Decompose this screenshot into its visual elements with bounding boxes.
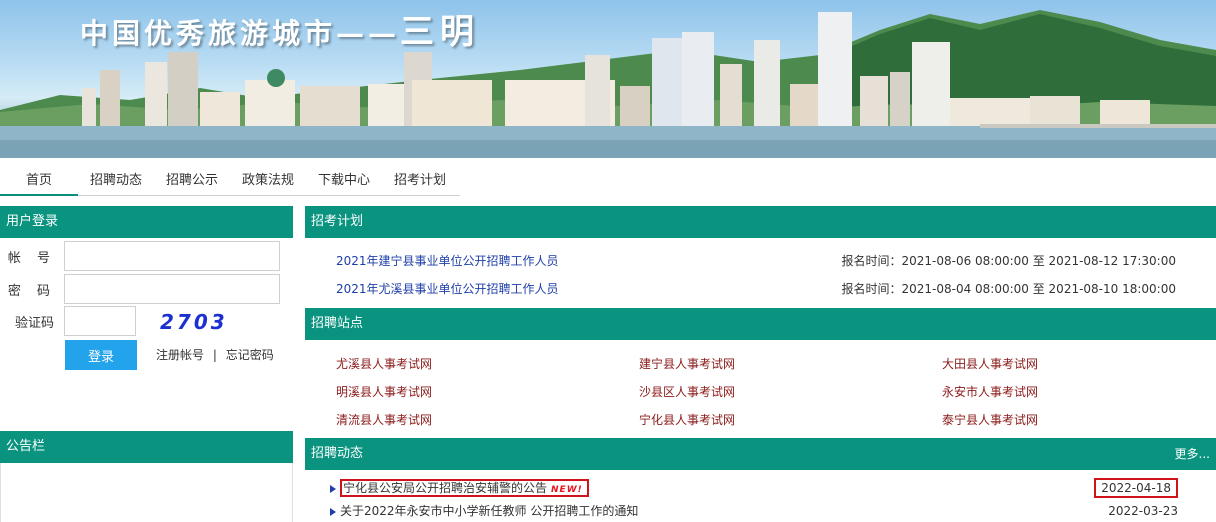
site-link-youxi[interactable]: 尤溪县人事考试网	[336, 355, 432, 372]
recruitment-sites-header: 招聘站点	[305, 308, 1216, 340]
news-item: 关于2022年永安市中小学新任教师 公开招聘工作的通知 2022-03-23	[330, 501, 1180, 521]
captcha-image[interactable]: 2703	[160, 310, 228, 334]
notice-board-content	[0, 463, 293, 522]
site-link-shaxian[interactable]: 沙县区人事考试网	[639, 383, 735, 400]
new-badge: NEW!	[551, 485, 583, 495]
plan-item-title[interactable]: 2021年尤溪县事业单位公开招聘工作人员	[336, 282, 559, 296]
bullet-arrow-icon	[330, 507, 336, 516]
plan-item-time: 报名时间：2021-08-04 08:00:00 至 2021-08-10 18…	[841, 282, 1176, 296]
news-item-date: 2022-04-18	[1094, 478, 1178, 498]
nav-item-home[interactable]: 首页	[0, 166, 78, 196]
nav-item-downloads[interactable]: 下载中心	[306, 166, 382, 196]
login-button[interactable]: 登录	[65, 340, 137, 370]
site-link-jianning[interactable]: 建宁县人事考试网	[639, 355, 735, 372]
password-input[interactable]	[64, 274, 280, 304]
nav-item-recruitment-notice[interactable]: 招聘公示	[154, 166, 230, 196]
nav-item-recruitment-news[interactable]: 招聘动态	[78, 166, 154, 196]
site-link-ninghua[interactable]: 宁化县人事考试网	[639, 411, 735, 428]
news-item-date: 2022-03-23	[1108, 504, 1178, 518]
news-item: 宁化县公安局公开招聘治安辅警的公告 NEW! 2022-04-18	[330, 478, 1180, 498]
captcha-label: 验证码	[14, 315, 54, 331]
banner-slogan-text: 中国优秀旅游城市——	[80, 17, 401, 50]
bullet-arrow-icon	[330, 484, 336, 493]
forgot-password-link[interactable]: 忘记密码	[226, 348, 274, 362]
nav-item-exam-plan[interactable]: 招考计划	[382, 166, 458, 196]
site-link-taining[interactable]: 泰宁县人事考试网	[942, 411, 1038, 428]
exam-plan-header: 招考计划	[305, 206, 1216, 238]
notice-board-header: 公告栏	[0, 431, 293, 463]
plan-item-time: 报名时间：2021-08-06 08:00:00 至 2021-08-12 17…	[841, 254, 1176, 268]
login-links: 注册帐号 | 忘记密码	[156, 346, 274, 363]
recruitment-news-title: 招聘动态	[311, 446, 364, 461]
news-item-title: 宁化县公安局公开招聘治安辅警的公告	[343, 481, 548, 495]
login-form: 帐 号 密 码 验证码 2703 登录 注册帐号 | 忘记密码	[0, 238, 293, 388]
banner-slogan: 中国优秀旅游城市——三明	[80, 4, 480, 53]
links-separator: |	[212, 348, 217, 362]
site-link-yongan[interactable]: 永安市人事考试网	[942, 383, 1038, 400]
banner-city-name: 三明	[400, 12, 481, 52]
more-news-link[interactable]: 更多...	[1175, 438, 1210, 470]
plan-item: 2021年尤溪县事业单位公开招聘工作人员 报名时间：2021-08-04 08:…	[336, 279, 1176, 299]
site-link-mingxi[interactable]: 明溪县人事考试网	[336, 383, 432, 400]
account-input[interactable]	[64, 241, 280, 271]
account-label: 帐 号	[7, 250, 57, 266]
main-nav: 首页 招聘动态 招聘公示 政策法规 下载中心 招考计划	[0, 166, 460, 196]
header-banner: 中国优秀旅游城市——三明	[0, 0, 1216, 158]
captcha-input[interactable]	[64, 306, 136, 336]
plan-item-title[interactable]: 2021年建宁县事业单位公开招聘工作人员	[336, 254, 559, 268]
news-item-title-link[interactable]: 宁化县公安局公开招聘治安辅警的公告 NEW!	[340, 479, 589, 497]
register-link[interactable]: 注册帐号	[156, 348, 204, 362]
login-header: 用户登录	[0, 206, 293, 238]
nav-item-policies[interactable]: 政策法规	[230, 166, 306, 196]
recruitment-news-header: 招聘动态 更多...	[305, 438, 1216, 470]
password-label: 密 码	[7, 283, 57, 299]
site-link-datian[interactable]: 大田县人事考试网	[942, 355, 1038, 372]
site-link-qingliu[interactable]: 清流县人事考试网	[336, 411, 432, 428]
plan-item: 2021年建宁县事业单位公开招聘工作人员 报名时间：2021-08-06 08:…	[336, 251, 1176, 271]
news-item-title[interactable]: 关于2022年永安市中小学新任教师 公开招聘工作的通知	[340, 504, 638, 518]
